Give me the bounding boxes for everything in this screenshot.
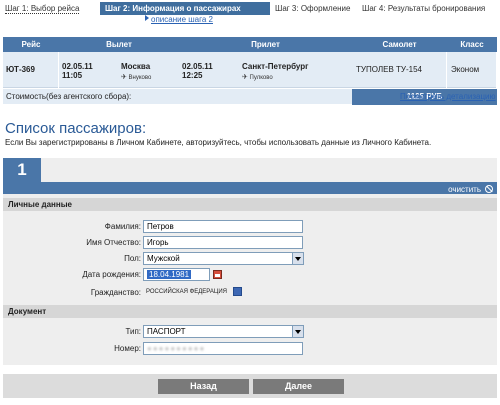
personal-data-header: Личные данные: [3, 198, 497, 211]
header-class: Класс: [460, 40, 484, 49]
plane-model: ТУПОЛЕВ ТУ-154: [352, 52, 447, 88]
plane-icon: ✈: [242, 74, 248, 81]
birthdate-input[interactable]: 18.04.1981: [143, 268, 210, 281]
clear-button[interactable]: очистить: [448, 185, 493, 194]
departure-airport: ✈ Внуково: [121, 74, 152, 81]
chevron-down-icon: [292, 326, 303, 337]
name-input[interactable]: Игорь: [143, 236, 303, 249]
passenger-bar: [3, 182, 497, 194]
arrow-right-icon: [145, 15, 149, 21]
name-label: Имя Отчество:: [86, 238, 141, 247]
arrival-time: 12:25: [182, 71, 203, 80]
step-description-link[interactable]: описание шага 2: [145, 15, 213, 25]
departure-time: 11:05: [62, 71, 83, 80]
departure-city: Москва: [121, 62, 151, 71]
flag-icon: [233, 287, 242, 296]
header-arrival: Прилет: [251, 40, 280, 49]
arrival-date: 02.05.11: [182, 62, 213, 71]
nav-bar: Назад Далее: [3, 374, 497, 398]
cost-label: Стоимость(без агентского сбора):: [6, 92, 132, 101]
login-info: Если Вы зарегистрированы в Личном Кабине…: [5, 138, 432, 147]
citizenship-label: Гражданство:: [90, 288, 141, 297]
plane-icon: ✈: [121, 74, 127, 81]
next-button[interactable]: Далее: [253, 379, 344, 394]
birthdate-label: Дата рождения:: [82, 270, 141, 279]
citizenship-value: РОССИЙСКАЯ ФЕДЕРАЦИЯ: [146, 289, 227, 295]
header-flight: Рейс: [21, 40, 41, 49]
header-plane: Самолет: [382, 40, 417, 49]
steps-bar: Шаг 1: Выбор рейса Шаг 2: Информация о п…: [0, 0, 500, 24]
flight-table-header: Рейс Вылет Прилет Самолет Класс: [3, 37, 497, 52]
arrival-airport: ✈ Пулково: [242, 74, 273, 81]
step-1-link[interactable]: Шаг 1: Выбор рейса: [5, 3, 80, 14]
gender-label: Пол:: [124, 254, 141, 263]
chevron-down-icon: [292, 253, 303, 264]
flight-row: ЮТ-369 02.05.11 11:05 Москва ✈ Внуково 0…: [3, 52, 497, 88]
back-button[interactable]: Назад: [158, 379, 249, 394]
step-3: Шаг 3: Оформление: [275, 4, 351, 13]
calendar-icon[interactable]: [213, 270, 222, 279]
gender-select[interactable]: Мужской: [143, 252, 304, 265]
detail-link[interactable]: Посмотреть детализацию: [400, 92, 496, 101]
doc-number-label: Номер:: [114, 344, 141, 353]
surname-input[interactable]: Петров: [143, 220, 303, 233]
header-departure: Вылет: [106, 40, 132, 49]
doc-number-input[interactable]: ●●●●●●●●●●: [143, 342, 303, 355]
arrival-city: Санкт-Петербург: [242, 62, 309, 71]
page-title: Список пассажиров:: [5, 120, 147, 137]
travel-class: Эконом: [447, 52, 497, 88]
clear-icon: [485, 185, 493, 193]
step-4: Шаг 4: Результаты бронирования: [362, 4, 486, 13]
departure-date: 02.05.11: [62, 62, 93, 71]
step-2-current: Шаг 2: Информация о пассажирах: [100, 2, 270, 15]
flight-number: ЮТ-369: [3, 52, 59, 88]
document-header: Документ: [3, 305, 497, 318]
surname-label: Фамилия:: [104, 222, 141, 231]
doc-type-select[interactable]: ПАСПОРТ: [143, 325, 304, 338]
passenger-number: 1: [3, 158, 41, 182]
doc-type-label: Тип:: [125, 327, 141, 336]
